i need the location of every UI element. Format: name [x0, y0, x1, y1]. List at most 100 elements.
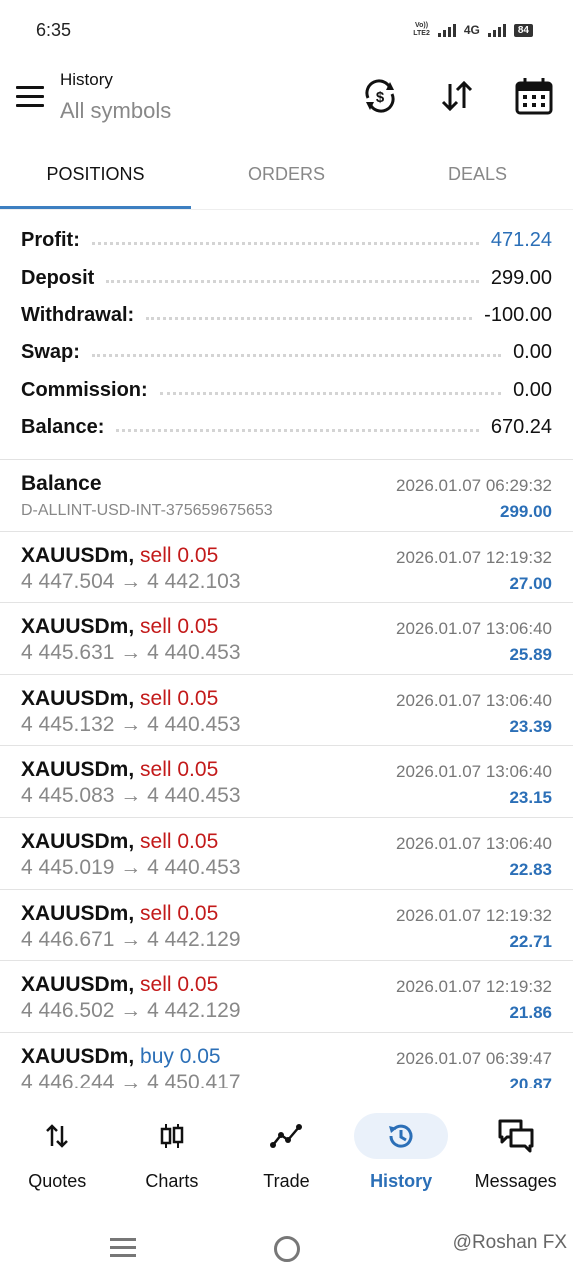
sort-icon[interactable]: [437, 76, 477, 116]
nav-label: Charts: [145, 1171, 199, 1191]
summary-label: Withdrawal:: [21, 303, 135, 326]
nav-charts[interactable]: Charts: [115, 1105, 230, 1200]
summary-label: Profit:: [21, 229, 80, 252]
deal-action: sell 0.05: [140, 686, 219, 710]
nav-label: History: [370, 1171, 433, 1191]
battery-icon: 84: [513, 23, 533, 37]
signal-icon-2: [487, 23, 506, 37]
deal-time: 2026.01.07 06:39:47: [396, 1048, 552, 1068]
nav-messages[interactable]: Messages: [458, 1105, 573, 1200]
app-bar: History All symbols $: [0, 62, 573, 142]
tab-orders[interactable]: ORDERS: [191, 150, 382, 209]
dotted-leader: [106, 279, 479, 283]
system-navigation: @Roshan FX: [0, 1218, 573, 1280]
history-tabs: POSITIONS ORDERS DEALS: [0, 150, 573, 210]
status-bar: 6:35 Vo)) LTE2 4G 84: [0, 0, 573, 62]
symbol-filter[interactable]: All symbols: [60, 98, 171, 124]
deal-symbol: XAUUSDm,: [21, 829, 135, 853]
list-item[interactable]: XAUUSDm, sell 0.05 4 445.019 → 4 440.453…: [0, 818, 573, 890]
list-item[interactable]: XAUUSDm, sell 0.05 4 446.502 → 4 442.129…: [0, 961, 573, 1033]
summary-swap: Swap: 0.00: [0, 334, 573, 371]
dotted-leader: [146, 316, 473, 320]
deal-action: sell 0.05: [140, 758, 219, 782]
deal-action: buy 0.05: [140, 1044, 221, 1068]
summary-value: -100.00: [484, 303, 552, 326]
status-time: 6:35: [36, 20, 72, 40]
list-item[interactable]: XAUUSDm, sell 0.05 4 445.132 → 4 440.453…: [0, 675, 573, 747]
recent-apps-icon[interactable]: [110, 1238, 136, 1262]
deal-profit: 23.39: [509, 716, 552, 736]
deal-time: 2026.01.07 12:19:32: [396, 547, 552, 567]
calendar-icon[interactable]: [514, 76, 554, 116]
dotted-leader: [159, 391, 502, 395]
deal-profit: 23.15: [509, 788, 552, 808]
account-summary: Profit: 471.24 Deposit 299.00 Withdrawal…: [0, 222, 573, 446]
dotted-leader: [91, 354, 502, 358]
deal-symbol: XAUUSDm,: [21, 973, 135, 997]
nav-history[interactable]: History: [344, 1105, 459, 1200]
summary-value: 471.24: [490, 229, 552, 252]
deal-symbol: XAUUSDm,: [21, 686, 135, 710]
list-item[interactable]: XAUUSDm, sell 0.05 4 445.083 → 4 440.453…: [0, 746, 573, 818]
list-item[interactable]: XAUUSDm, sell 0.05 4 445.631 → 4 440.453…: [0, 603, 573, 675]
tab-positions[interactable]: POSITIONS: [0, 150, 191, 209]
dotted-leader: [91, 242, 479, 246]
deal-prices: 4 447.504 → 4 442.103: [21, 569, 241, 593]
deal-action: sell 0.05: [140, 829, 219, 853]
deal-action: sell 0.05: [140, 615, 219, 639]
deal-prices: 4 446.502 → 4 442.129: [21, 999, 241, 1023]
deal-prices: 4 445.083 → 4 440.453: [21, 784, 241, 808]
summary-value: 299.00: [490, 266, 552, 289]
deal-symbol: XAUUSDm,: [21, 901, 135, 925]
deal-profit: 21.86: [509, 1003, 552, 1023]
tab-deals[interactable]: DEALS: [382, 150, 573, 209]
deal-profit: 299.00: [500, 502, 552, 521]
deal-action: sell 0.05: [140, 901, 219, 925]
bottom-navigation: Quotes Charts Trade History Messages: [0, 1105, 573, 1200]
volte-icon: Vo)) LTE2: [413, 22, 430, 37]
network-type: 4G: [463, 23, 480, 37]
deal-prices: 4 446.671 → 4 442.129: [21, 927, 241, 951]
deal-time: 2026.01.07 06:29:32: [396, 476, 552, 495]
deal-profit: 22.83: [509, 859, 552, 879]
deal-profit: 27.00: [509, 573, 552, 593]
home-icon[interactable]: [274, 1236, 300, 1262]
deal-comment: D-ALLINT-USD-INT-375659675653: [21, 502, 273, 519]
deal-prices: 4 445.019 → 4 440.453: [21, 855, 241, 879]
summary-label: Commission:: [21, 378, 148, 401]
messages-icon: [469, 1113, 563, 1159]
nav-quotes[interactable]: Quotes: [0, 1105, 115, 1200]
trade-line-icon: [239, 1113, 333, 1159]
deal-time: 2026.01.07 12:19:32: [396, 905, 552, 925]
summary-deposit: Deposit 299.00: [0, 259, 573, 296]
deals-list[interactable]: Balance D-ALLINT-USD-INT-375659675653 20…: [0, 460, 573, 1088]
summary-value: 0.00: [513, 378, 552, 401]
list-item[interactable]: XAUUSDm, sell 0.05 4 447.504 → 4 442.103…: [0, 532, 573, 604]
deal-prices: 4 446.244 → 4 450.417: [21, 1070, 241, 1088]
deal-symbol: XAUUSDm,: [21, 758, 135, 782]
summary-balance: Balance: 670.24: [0, 409, 573, 446]
list-item[interactable]: XAUUSDm, sell 0.05 4 446.671 → 4 442.129…: [0, 890, 573, 962]
summary-label: Balance:: [21, 416, 105, 439]
nav-trade[interactable]: Trade: [229, 1105, 344, 1200]
deal-symbol: Balance: [21, 472, 102, 495]
menu-icon[interactable]: [16, 86, 44, 108]
deal-prices: 4 445.132 → 4 440.453: [21, 712, 241, 736]
watermark: @Roshan FX: [452, 1232, 567, 1253]
deal-symbol: XAUUSDm,: [21, 1044, 135, 1068]
deal-symbol: XAUUSDm,: [21, 543, 135, 567]
summary-withdrawal: Withdrawal: -100.00: [0, 297, 573, 334]
deal-time: 2026.01.07 12:19:32: [396, 977, 552, 997]
summary-commission: Commission: 0.00: [0, 372, 573, 409]
deal-profit: 22.71: [509, 931, 552, 951]
dotted-leader: [116, 429, 479, 433]
list-item[interactable]: Balance D-ALLINT-USD-INT-375659675653 20…: [0, 460, 573, 532]
status-icons: Vo)) LTE2 4G 84: [413, 22, 533, 38]
list-item[interactable]: XAUUSDm, buy 0.05 4 446.244 → 4 450.417 …: [0, 1033, 573, 1088]
deal-symbol: XAUUSDm,: [21, 615, 135, 639]
svg-text:$: $: [376, 89, 385, 106]
deal-action: sell 0.05: [140, 973, 219, 997]
deal-action: sell 0.05: [140, 543, 219, 567]
summary-profit: Profit: 471.24: [0, 222, 573, 259]
currency-refresh-icon[interactable]: $: [360, 76, 400, 116]
